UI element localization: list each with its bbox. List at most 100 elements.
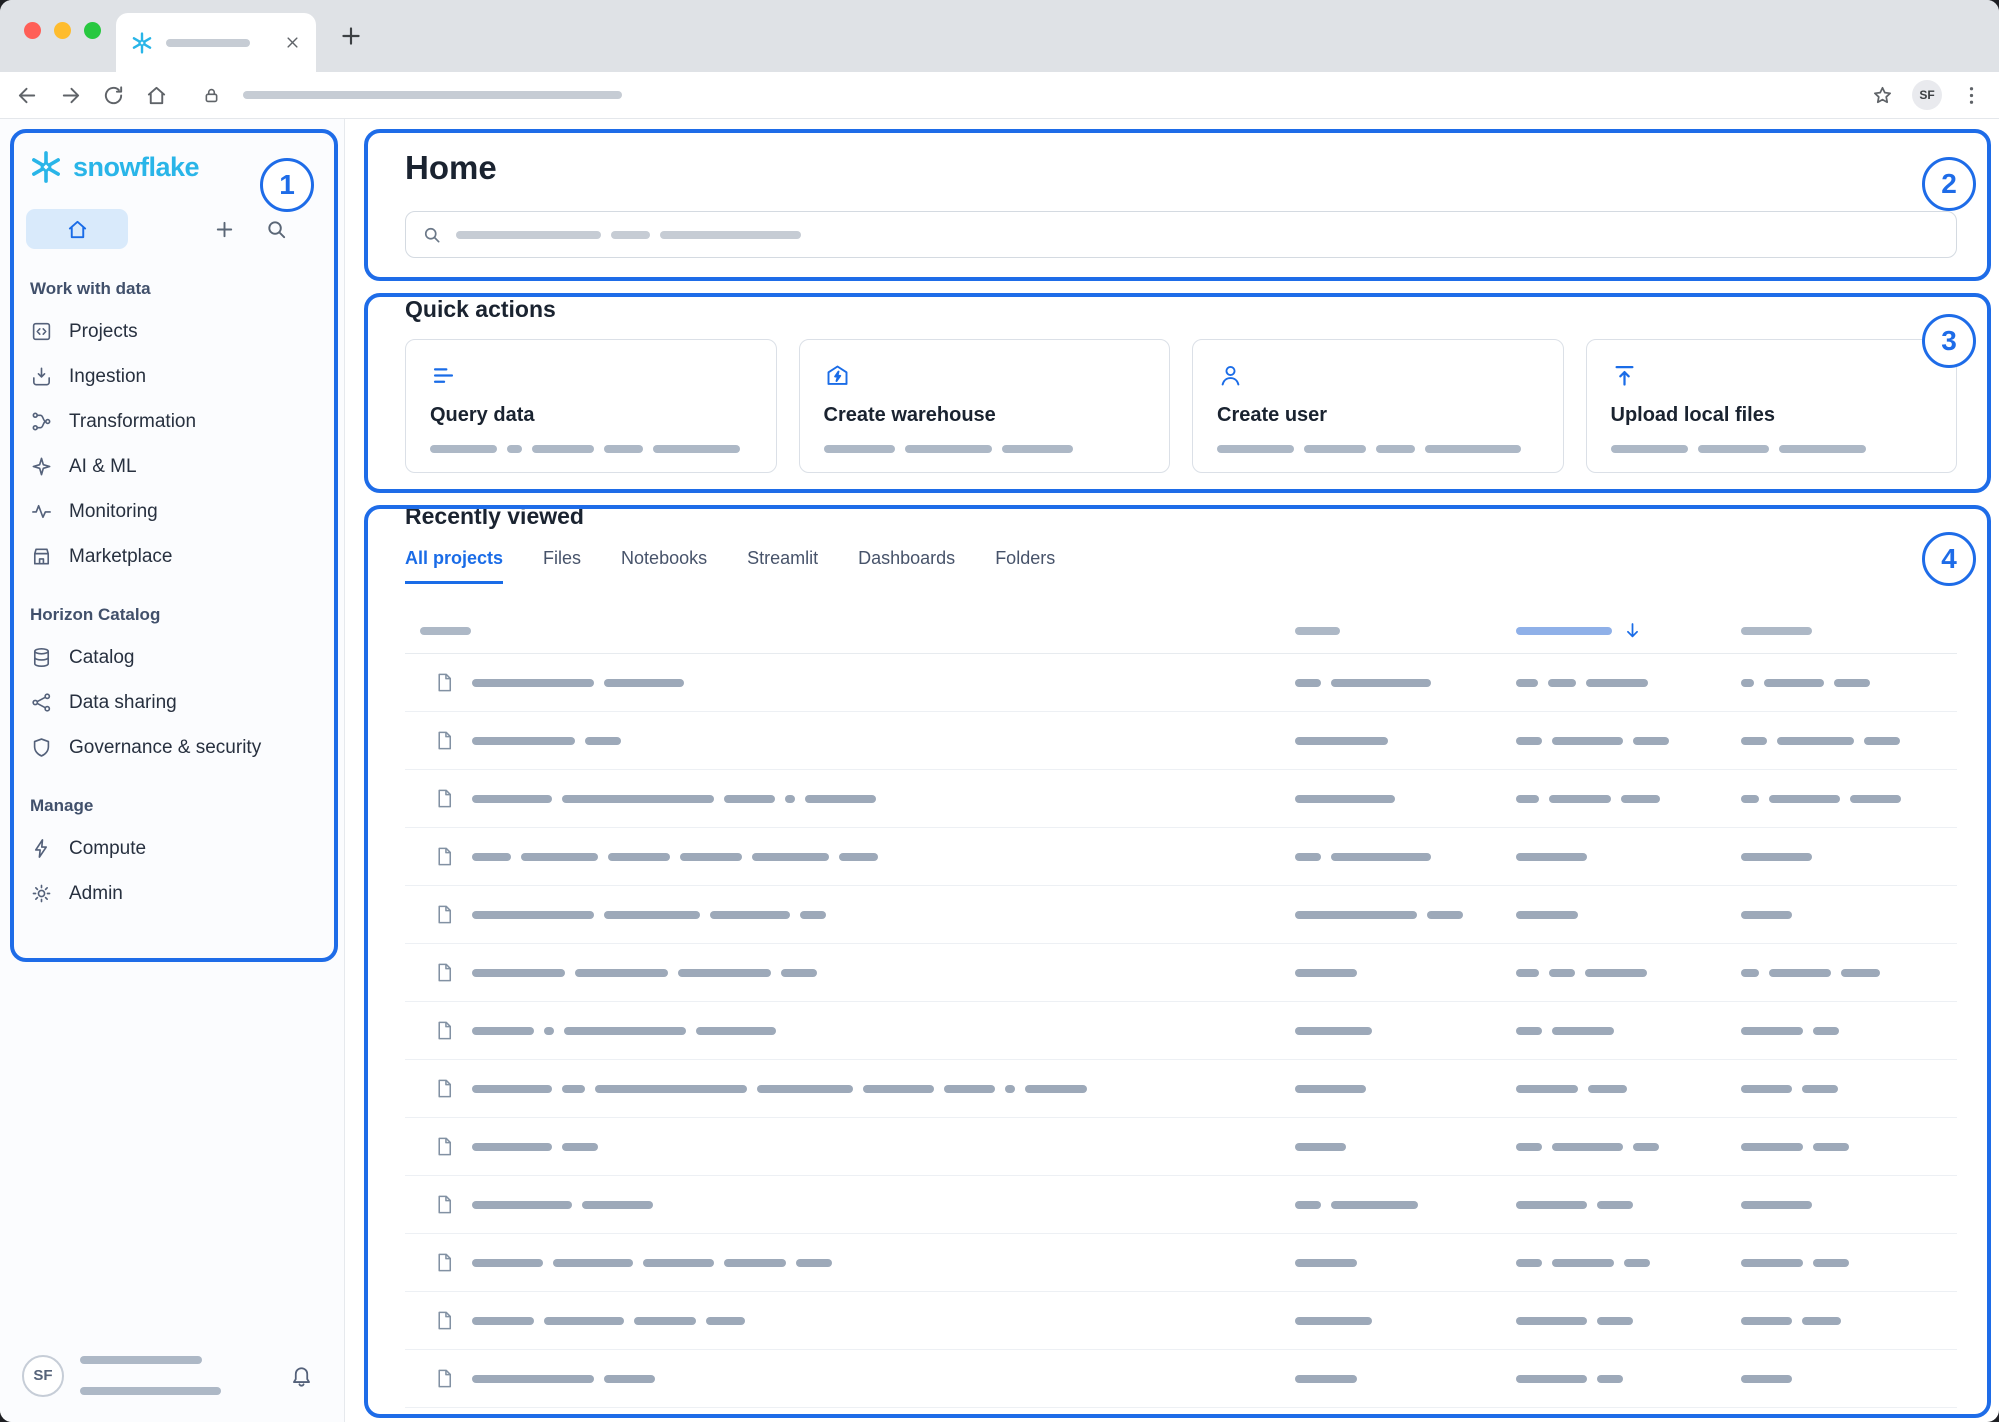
column-header-name[interactable] [420,627,1295,635]
redacted-segment [1427,911,1463,919]
redacted-segment [582,1201,653,1209]
notifications-bell-icon[interactable] [289,1363,314,1388]
sidebar-item-compute[interactable]: Compute [0,826,344,871]
redacted-segment [1295,1375,1357,1383]
table-row[interactable] [405,1292,1957,1350]
table-row[interactable] [405,1350,1957,1408]
file-icon [433,1251,456,1274]
file-icon [433,1309,456,1332]
redacted-segment [1802,1317,1841,1325]
sidebar-item-data-sharing[interactable]: Data sharing [0,680,344,725]
cell-2 [1295,1317,1516,1325]
column-header-4[interactable] [1741,627,1957,635]
table-row[interactable] [405,654,1957,712]
tab-all-projects[interactable]: All projects [405,548,503,584]
table-row[interactable] [405,828,1957,886]
table-row[interactable] [405,944,1957,1002]
redacted-text [472,1085,1087,1093]
home-search-input[interactable] [405,211,1957,258]
sidebar-item-ai-ml[interactable]: AI & ML [0,444,344,489]
redacted-segment [1741,1259,1803,1267]
sidebar-search-button[interactable] [258,211,294,247]
redacted-segment [1002,445,1073,453]
close-window-button[interactable] [24,22,41,39]
user-role-redacted [80,1382,221,1400]
redacted-segment [1813,1143,1849,1151]
browser-tab[interactable] [116,13,316,72]
minimize-window-button[interactable] [54,22,71,39]
redacted-segment [472,1143,552,1151]
close-tab-icon[interactable] [283,33,302,52]
recently-viewed-tabs: All projects Files Notebooks Streamlit Dashb… [405,548,1957,584]
sidebar-home-button[interactable] [26,209,128,249]
cell-4 [1741,1201,1957,1209]
redacted-segment [678,969,771,977]
table-row[interactable] [405,1234,1957,1292]
search-placeholder-redacted [456,226,801,244]
sort-descending-icon[interactable] [1622,620,1643,641]
sidebar-item-ingestion[interactable]: Ingestion [0,354,344,399]
sidebar-item-transformation[interactable]: Transformation [0,399,344,444]
browser-menu-icon[interactable] [1960,84,1983,107]
sidebar-item-admin[interactable]: Admin [0,871,344,916]
redacted-text [1516,1317,1633,1325]
sidebar-item-projects[interactable]: Projects [0,309,344,354]
tab-folders[interactable]: Folders [995,548,1055,584]
quick-action-create-user[interactable]: Create user [1192,339,1564,473]
marketplace-icon [30,545,53,568]
tab-dashboards[interactable]: Dashboards [858,548,955,584]
cell-name [433,787,1295,810]
bookmark-star-icon[interactable] [1871,84,1894,107]
table-row[interactable] [405,1176,1957,1234]
table-row[interactable] [405,886,1957,944]
cell-name [433,1077,1295,1100]
tab-notebooks[interactable]: Notebooks [621,548,707,584]
zoom-window-button[interactable] [84,22,101,39]
redacted-text [1741,911,1792,919]
redacted-segment [800,911,826,919]
sidebar-item-catalog[interactable]: Catalog [0,635,344,680]
table-row[interactable] [405,1118,1957,1176]
redacted-segment [1295,737,1388,745]
quick-action-upload-local-files[interactable]: Upload local files [1586,339,1958,473]
table-row[interactable] [405,1002,1957,1060]
back-icon[interactable] [16,84,39,107]
redacted-text [1516,1259,1650,1267]
redacted-text [1741,1317,1841,1325]
ingestion-icon [30,365,53,388]
sidebar-item-governance-security[interactable]: Governance & security [0,725,344,770]
redacted-segment [1741,627,1812,635]
column-header-2[interactable] [1295,627,1516,635]
sidebar-item-monitoring[interactable]: Monitoring [0,489,344,534]
tab-streamlit[interactable]: Streamlit [747,548,818,584]
sidebar-new-button[interactable] [206,211,242,247]
tab-files[interactable]: Files [543,548,581,584]
redacted-text [824,445,1073,453]
redacted-segment [1549,969,1575,977]
table-row[interactable] [405,770,1957,828]
redacted-segment [80,1387,221,1395]
redacted-segment [1769,795,1840,803]
column-header-3-sorted[interactable] [1516,620,1741,641]
search-icon [422,225,442,245]
user-avatar[interactable]: SF [22,1355,64,1397]
redacted-segment [1741,1027,1803,1035]
redacted-segment [824,445,895,453]
table-row[interactable] [405,712,1957,770]
redacted-segment [1597,1201,1633,1209]
new-tab-button[interactable] [338,23,364,49]
redacted-segment [781,969,817,977]
lock-icon[interactable] [202,86,221,105]
cell-2 [1295,1085,1516,1093]
redacted-segment [1295,969,1357,977]
reload-icon[interactable] [102,84,125,107]
forward-icon[interactable] [59,84,82,107]
browser-home-icon[interactable] [145,84,168,107]
table-row[interactable] [405,1060,1957,1118]
cell-4 [1741,1259,1957,1267]
sidebar-item-marketplace[interactable]: Marketplace [0,534,344,579]
quick-action-query-data[interactable]: Query data [405,339,777,473]
quick-action-create-warehouse[interactable]: Create warehouse [799,339,1171,473]
browser-profile-avatar[interactable]: SF [1912,80,1942,110]
address-bar-url-redacted[interactable] [243,86,622,104]
